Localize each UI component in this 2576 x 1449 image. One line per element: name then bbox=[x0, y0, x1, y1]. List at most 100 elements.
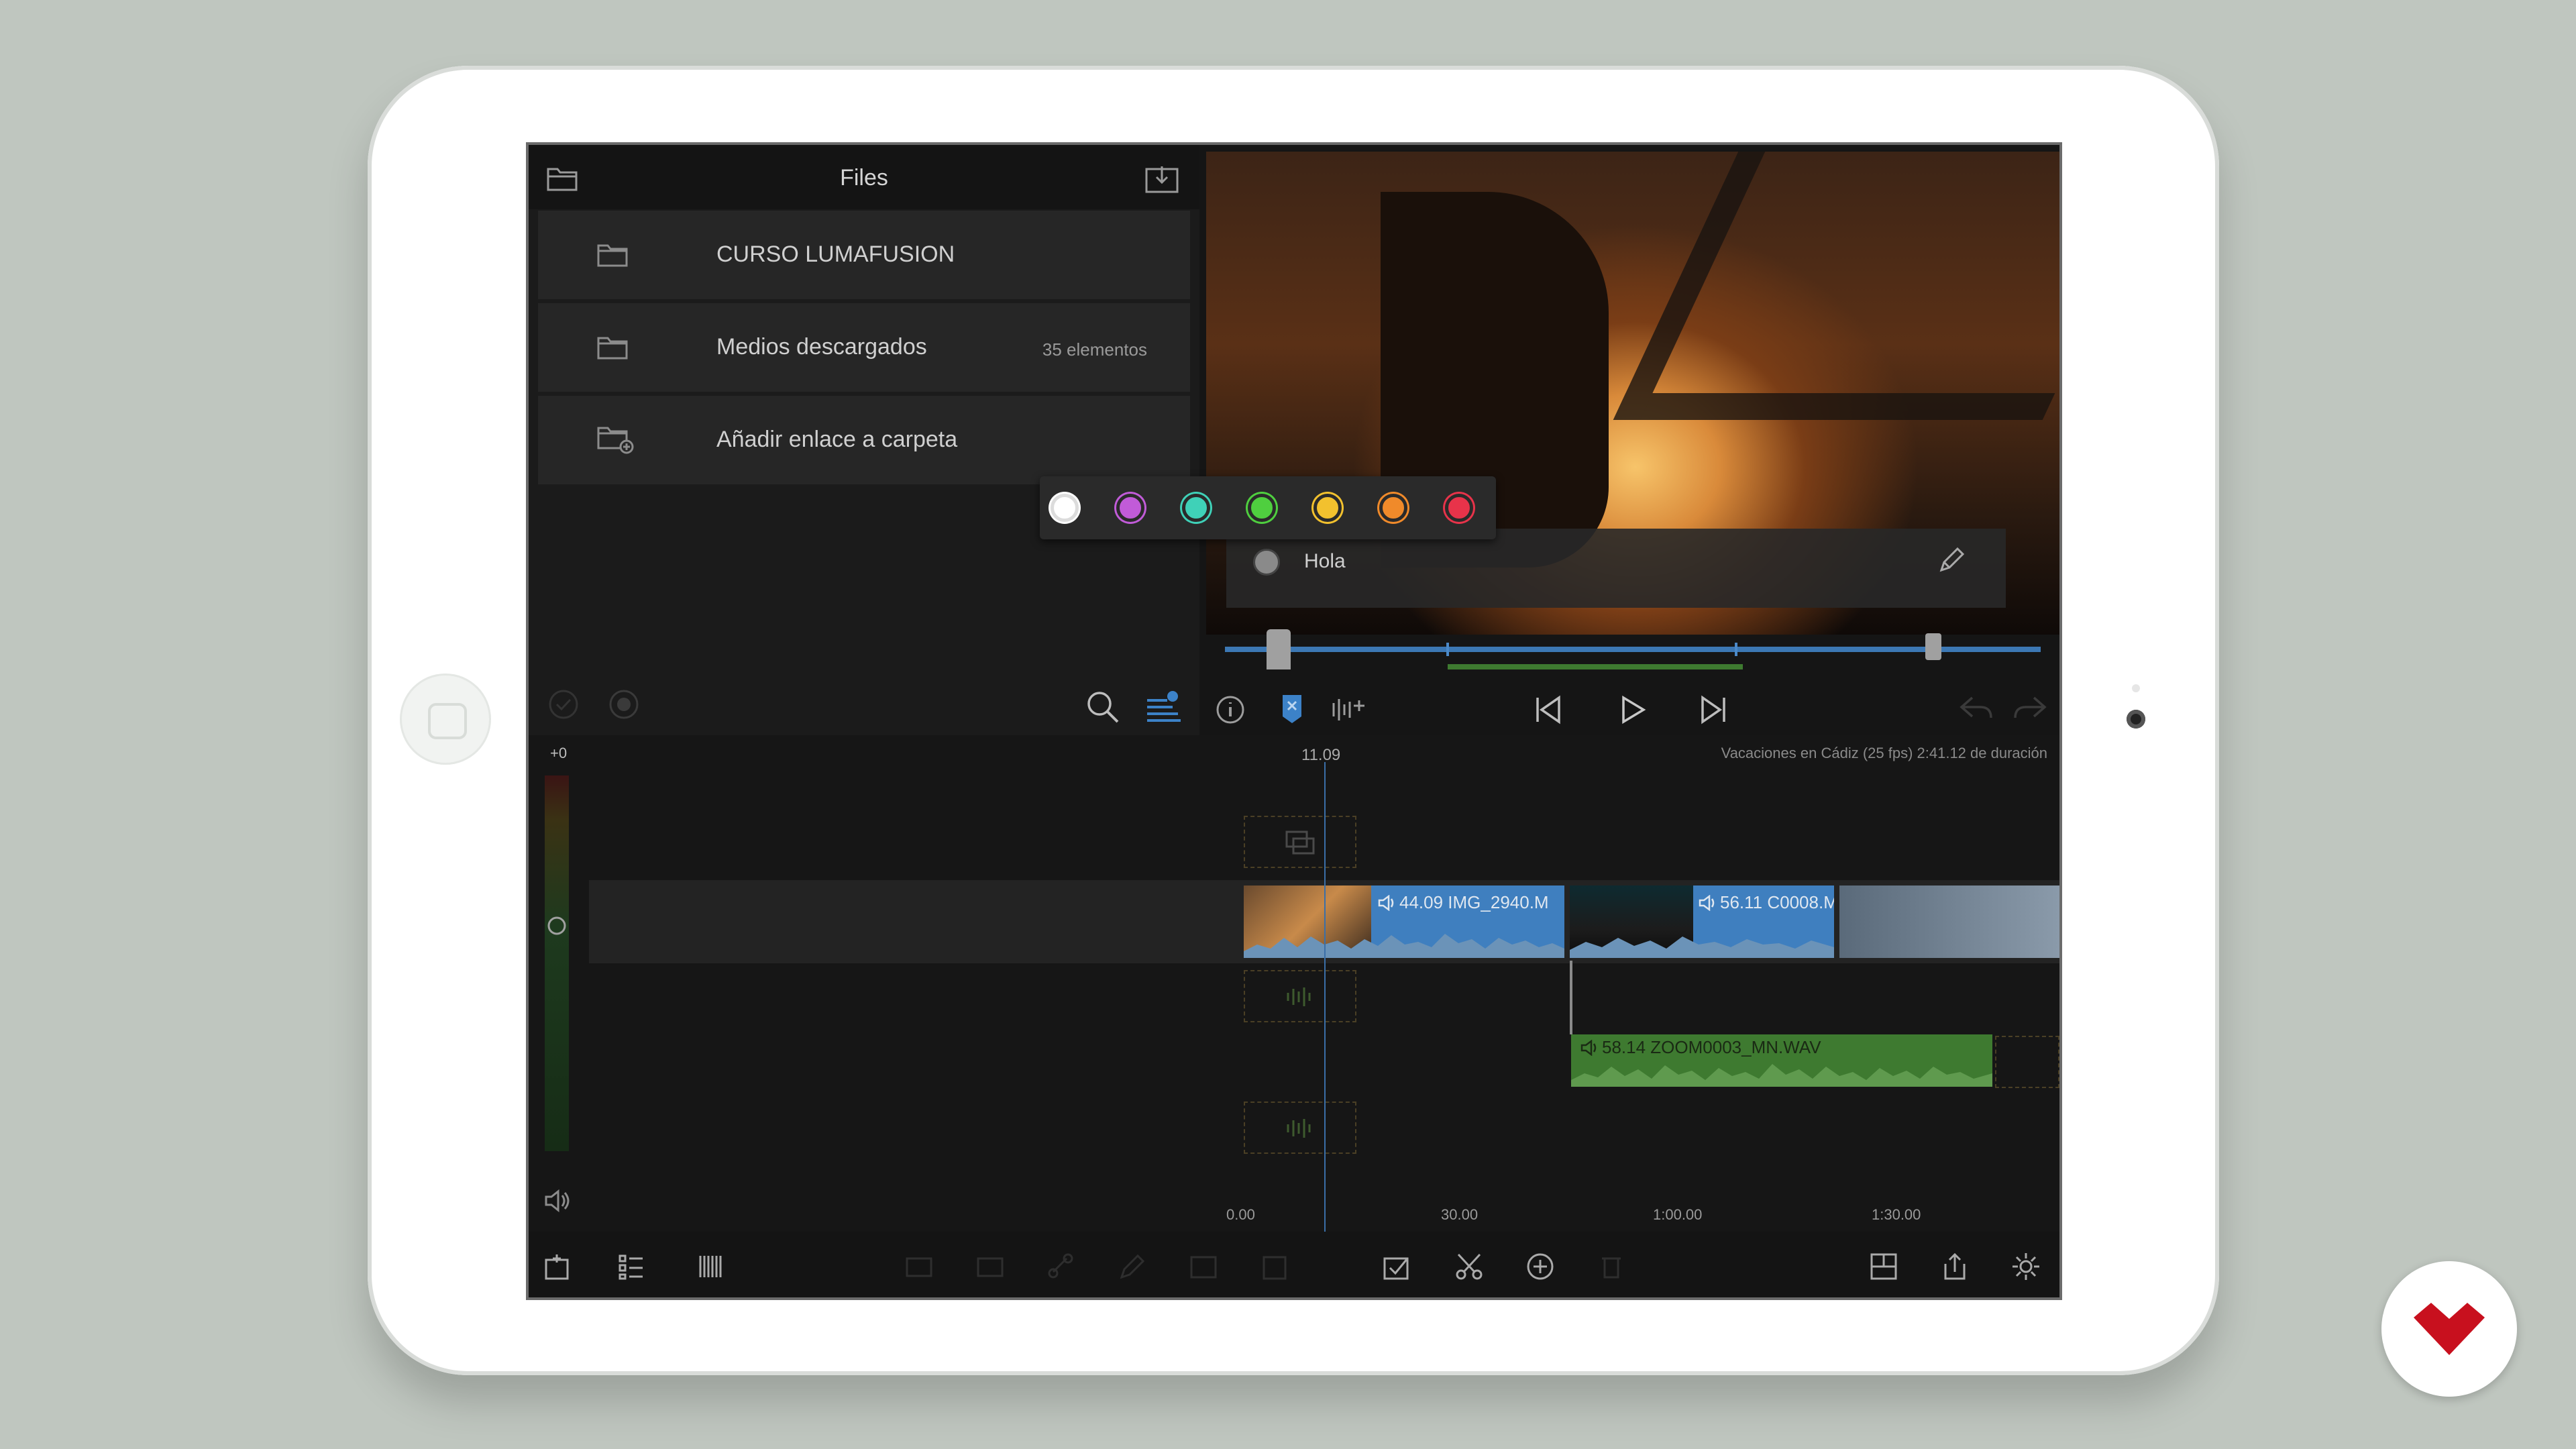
ruler-label: 1:30.00 bbox=[1872, 1206, 1921, 1223]
skip-back-icon[interactable] bbox=[1532, 694, 1564, 726]
checkmark-icon[interactable] bbox=[1382, 1252, 1411, 1281]
clip-audio-icon bbox=[1580, 1040, 1597, 1056]
overlay-icon bbox=[1285, 830, 1315, 855]
paste-icon bbox=[1263, 1256, 1287, 1280]
folder-icon bbox=[597, 337, 628, 360]
record-icon[interactable] bbox=[608, 688, 640, 720]
favorite-icon bbox=[1190, 1256, 1217, 1279]
edit-pencil-icon bbox=[1120, 1254, 1145, 1279]
home-button-glyph bbox=[428, 703, 467, 739]
clip-label: 56.11 C0008.MP4 bbox=[1720, 892, 1834, 912]
clip-audio-icon bbox=[1699, 895, 1715, 911]
files-panel: Files CURSO LUMAFUSION Medios descargado… bbox=[529, 145, 1199, 735]
marker-name-field[interactable]: Hola bbox=[1304, 550, 1346, 573]
marker-color-button[interactable] bbox=[1253, 549, 1280, 576]
video-clip-c0008[interactable]: 56.11 C0008.MP4 bbox=[1570, 885, 1834, 958]
list-item-label: Añadir enlace a carpeta bbox=[716, 427, 958, 452]
waveform-icon bbox=[1287, 1119, 1311, 1138]
share-icon[interactable] bbox=[1940, 1252, 1970, 1281]
clip-waveform bbox=[1571, 1064, 1992, 1087]
folder-add-icon bbox=[597, 427, 634, 454]
folder-icon bbox=[597, 244, 628, 267]
audio-track-placeholder-3[interactable] bbox=[1995, 1036, 2059, 1088]
title-track-placeholder[interactable] bbox=[1244, 816, 1356, 868]
swatch-red[interactable] bbox=[1445, 494, 1473, 522]
insert-clip-icon bbox=[906, 1257, 932, 1277]
list-item-add-folder-link[interactable]: Añadir enlace a carpeta bbox=[538, 396, 1190, 484]
list-item-medios-descargados[interactable]: Medios descargados 35 elementos bbox=[538, 303, 1190, 392]
scrubber-tick bbox=[1735, 643, 1737, 656]
clip-label: 58.14 ZOOM0003_MN.WAV bbox=[1602, 1037, 1821, 1057]
brand-badge bbox=[2381, 1261, 2517, 1397]
files-header: Files bbox=[529, 145, 1199, 209]
trash-icon bbox=[1602, 1257, 1621, 1279]
redo-icon[interactable] bbox=[2011, 694, 2049, 723]
volume-knob-icon[interactable] bbox=[545, 914, 569, 938]
layout-icon[interactable] bbox=[1869, 1252, 1898, 1281]
overwrite-clip-icon bbox=[977, 1257, 1004, 1277]
front-camera bbox=[2127, 710, 2145, 729]
ruler-label: 30.00 bbox=[1441, 1206, 1479, 1223]
bottom-toolbar bbox=[529, 1232, 2059, 1297]
scrubber-track[interactable] bbox=[1225, 647, 2041, 652]
preview-scene bbox=[1613, 152, 2059, 420]
list-item-count: 35 elementos bbox=[1042, 339, 1147, 360]
ruler-label: 0.00 bbox=[1226, 1206, 1255, 1223]
audio-track-placeholder[interactable] bbox=[1244, 970, 1356, 1022]
swatch-teal[interactable] bbox=[1182, 494, 1210, 522]
video-clip-next[interactable] bbox=[1839, 885, 2059, 958]
add-icon[interactable] bbox=[1525, 1252, 1555, 1281]
list-item-curso-lumafusion[interactable]: CURSO LUMAFUSION bbox=[538, 211, 1190, 299]
search-icon[interactable] bbox=[1085, 690, 1120, 724]
list-item-label: Medios descargados bbox=[716, 334, 927, 360]
app-screen: Files CURSO LUMAFUSION Medios descargado… bbox=[529, 145, 2059, 1297]
home-button[interactable] bbox=[400, 674, 491, 765]
brand-logo-icon bbox=[2414, 1303, 2485, 1355]
audio-clip-zoom0003[interactable]: 58.14 ZOOM0003_MN.WAV bbox=[1571, 1034, 1992, 1087]
waveform-icon bbox=[1287, 987, 1311, 1006]
list-view-icon[interactable] bbox=[616, 1252, 645, 1281]
audio-track-placeholder-2[interactable] bbox=[1244, 1102, 1356, 1154]
play-icon[interactable] bbox=[1615, 694, 1648, 726]
pencil-icon[interactable] bbox=[1936, 546, 1966, 576]
audio-level-readout: +0 bbox=[550, 745, 568, 761]
playhead-time: 11.09 bbox=[1301, 746, 1341, 764]
project-info: Vacaciones en Cádiz (25 fps) 2:41.12 de … bbox=[1721, 745, 2047, 761]
marker-icon[interactable] bbox=[1279, 692, 1305, 726]
clip-label: 44.09 IMG_2940.M bbox=[1399, 892, 1549, 912]
ruler-label: 1:00.00 bbox=[1653, 1206, 1703, 1223]
clip-waveform bbox=[1570, 936, 1834, 958]
timeline-playhead[interactable] bbox=[1324, 762, 1326, 1258]
video-clip-img-2940[interactable]: 44.09 IMG_2940.M bbox=[1244, 885, 1564, 958]
info-icon[interactable] bbox=[1214, 694, 1246, 726]
skip-forward-icon[interactable] bbox=[1697, 694, 1729, 726]
undo-icon[interactable] bbox=[1957, 694, 1995, 723]
add-track-icon[interactable] bbox=[542, 1252, 572, 1281]
light-sensor bbox=[2132, 684, 2140, 692]
files-title: Files bbox=[840, 165, 888, 191]
audio-add-icon[interactable] bbox=[1330, 694, 1367, 726]
swatch-white[interactable] bbox=[1051, 494, 1079, 522]
clip-audio-icon bbox=[1378, 895, 1394, 911]
link-icon bbox=[1048, 1253, 1073, 1279]
speaker-icon[interactable] bbox=[543, 1187, 573, 1214]
scrubber-tick bbox=[1446, 643, 1449, 656]
audio-range-indicator bbox=[1448, 664, 1743, 669]
swatch-purple[interactable] bbox=[1116, 494, 1144, 522]
clip-connection-line bbox=[1570, 961, 1572, 1034]
scrubber-playhead[interactable] bbox=[1267, 629, 1291, 669]
swatch-green[interactable] bbox=[1248, 494, 1276, 522]
settings-icon[interactable] bbox=[2011, 1252, 2041, 1281]
swatch-orange[interactable] bbox=[1379, 494, 1407, 522]
scissors-icon[interactable] bbox=[1454, 1252, 1484, 1281]
import-icon[interactable] bbox=[1144, 164, 1179, 193]
audio-meter bbox=[545, 775, 569, 1151]
list-item-label: CURSO LUMAFUSION bbox=[716, 241, 955, 267]
swatch-yellow[interactable] bbox=[1313, 494, 1342, 522]
clip-waveform bbox=[1244, 934, 1564, 958]
sort-filter-icon[interactable] bbox=[1144, 688, 1182, 723]
select-check-icon[interactable] bbox=[547, 688, 580, 720]
scrubber-out-point[interactable] bbox=[1925, 633, 1941, 660]
marker-color-picker bbox=[1040, 476, 1496, 539]
barcode-view-icon[interactable] bbox=[696, 1252, 726, 1281]
